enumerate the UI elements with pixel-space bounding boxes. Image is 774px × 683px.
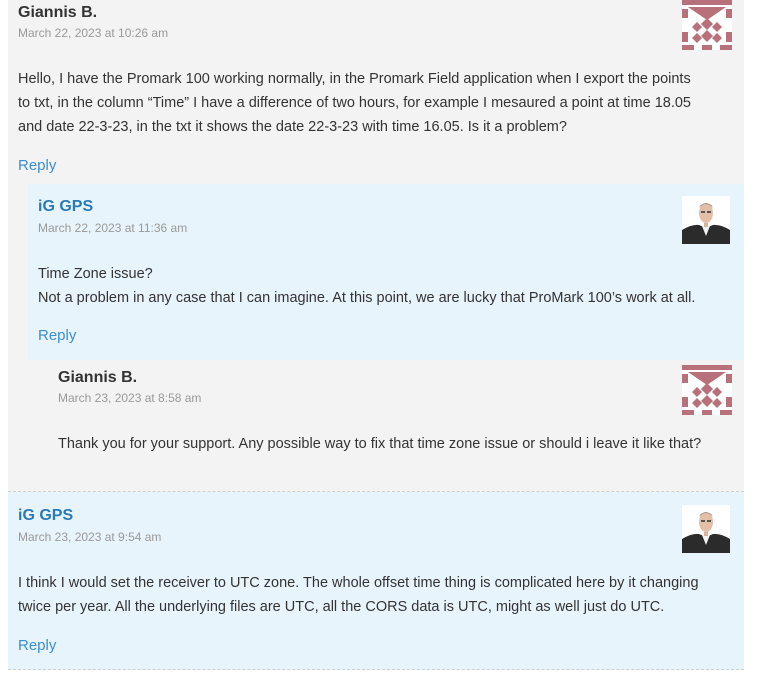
comment-iggps-2: iG GPS March 23, 2023 at 9:54 am I think… bbox=[8, 492, 744, 670]
identicon-avatar-icon bbox=[682, 365, 732, 415]
reply-link[interactable]: Reply bbox=[38, 327, 76, 344]
comment-author[interactable]: Giannis B. bbox=[18, 4, 97, 22]
comment-date[interactable]: March 23, 2023 at 8:58 am bbox=[58, 391, 201, 405]
comment-date[interactable]: March 23, 2023 at 9:54 am bbox=[18, 530, 161, 544]
comment-iggps-1: iG GPS March 22, 2023 at 11:36 am Time Z… bbox=[28, 184, 744, 360]
comment-body-line: Hello, I have the Promark 100 working no… bbox=[18, 71, 691, 87]
comment-giannis-2: Giannis B. March 23, 2023 at 8:58 am Tha… bbox=[48, 360, 744, 480]
comment-body-line: I think I would set the receiver to UTC … bbox=[18, 575, 699, 591]
comment-body: Time Zone issue? Not a problem in any ca… bbox=[38, 262, 738, 310]
comment-body: I think I would set the receiver to UTC … bbox=[18, 571, 734, 619]
reply-link[interactable]: Reply bbox=[18, 637, 56, 654]
comment-body-line: Not a problem in any case that I can ima… bbox=[38, 290, 696, 306]
comment-body-line: Thank you for your support. Any possible… bbox=[58, 436, 702, 452]
comment-body-line: and date 22-3-23, in the txt it shows th… bbox=[18, 119, 567, 135]
comment-thread: Giannis B. March 22, 2023 at 10:26 am He… bbox=[0, 0, 774, 683]
reply-link[interactable]: Reply bbox=[18, 157, 56, 174]
comment-date[interactable]: March 22, 2023 at 11:36 am bbox=[38, 221, 187, 235]
user-photo-avatar-icon bbox=[682, 505, 730, 553]
comment-body-line: to txt, in the column “Time” I have a di… bbox=[18, 95, 691, 111]
comment-author[interactable]: iG GPS bbox=[18, 507, 73, 525]
comment-author[interactable]: Giannis B. bbox=[58, 369, 137, 387]
comment-body-line: twice per year. All the underlying files… bbox=[18, 599, 665, 615]
comment-author[interactable]: iG GPS bbox=[38, 198, 93, 216]
user-photo-avatar-icon bbox=[682, 196, 730, 244]
comment-body: Thank you for your support. Any possible… bbox=[58, 432, 748, 456]
comment-body: Hello, I have the Promark 100 working no… bbox=[18, 67, 734, 139]
comment-body-line: Time Zone issue? bbox=[38, 266, 153, 282]
identicon-avatar-icon bbox=[682, 0, 732, 50]
comment-date[interactable]: March 22, 2023 at 10:26 am bbox=[18, 26, 168, 40]
